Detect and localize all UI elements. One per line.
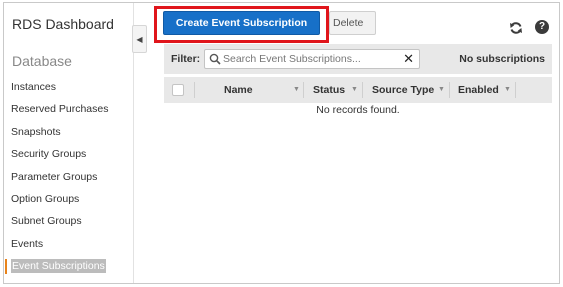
- chevron-left-icon: ◀: [136, 34, 143, 44]
- sidebar-item-label: Instances: [11, 81, 56, 93]
- search-box[interactable]: ✕: [204, 49, 420, 69]
- sidebar-item-events[interactable]: Events: [4, 233, 134, 255]
- sidebar-item-event-subscriptions[interactable]: Event Subscriptions: [4, 255, 134, 277]
- column-divider: [449, 82, 450, 98]
- sidebar-item-label: Events: [11, 237, 44, 250]
- sort-icon[interactable]: ▼: [351, 86, 358, 93]
- sidebar-item-label: Snapshots: [11, 125, 61, 138]
- highlight-box: [154, 6, 329, 43]
- column-divider: [515, 82, 516, 98]
- sidebar-item-label: Parameter Groups: [11, 170, 98, 183]
- column-header-name[interactable]: Name: [224, 84, 253, 96]
- sidebar-section-database: Database: [12, 53, 72, 69]
- delete-button[interactable]: Delete: [329, 11, 376, 35]
- sidebar-item-subnet-groups[interactable]: Subnet Groups: [4, 210, 134, 232]
- table-header: Name ▼ Status ▼ Source Type ▼ Enabled ▼: [164, 77, 552, 103]
- column-header-source-type[interactable]: Source Type: [372, 84, 434, 96]
- filter-bar: Filter: ✕ No subscriptions: [164, 44, 552, 74]
- sidebar-item-label: Reserved Purchases: [11, 103, 109, 116]
- select-all-checkbox[interactable]: [172, 84, 184, 96]
- main-content: Create Event Subscription Delete ? Filte…: [145, 3, 560, 283]
- subscription-count: No subscriptions: [459, 53, 545, 65]
- sidebar-item-parameter-groups[interactable]: Parameter Groups: [4, 166, 134, 188]
- sidebar-item-label: Option Groups: [11, 192, 80, 205]
- column-divider: [194, 82, 195, 98]
- sort-icon[interactable]: ▼: [293, 86, 300, 93]
- sidebar-item-label: Event Subscriptions: [11, 259, 106, 274]
- column-divider: [303, 82, 304, 98]
- column-divider: [362, 82, 363, 98]
- sidebar: RDS Dashboard Database Instances Reserve…: [4, 3, 134, 283]
- clear-icon[interactable]: ✕: [403, 52, 414, 66]
- column-header-status[interactable]: Status: [313, 84, 345, 96]
- sidebar-item-instances[interactable]: Instances: [4, 76, 134, 98]
- help-icon[interactable]: ?: [535, 20, 549, 34]
- sidebar-item-security-groups[interactable]: Security Groups: [4, 143, 134, 165]
- refresh-icon[interactable]: [509, 21, 523, 35]
- rds-console-frame: RDS Dashboard Database Instances Reserve…: [3, 2, 560, 284]
- sort-icon[interactable]: ▼: [504, 86, 511, 93]
- sidebar-nav: Instances Reserved Purchases Snapshots S…: [4, 76, 134, 278]
- sidebar-item-option-groups[interactable]: Option Groups: [4, 188, 134, 210]
- sidebar-item-label: Security Groups: [11, 148, 87, 161]
- filter-label: Filter:: [171, 53, 201, 65]
- sort-icon[interactable]: ▼: [438, 86, 445, 93]
- empty-state-message: No records found.: [316, 104, 400, 116]
- search-icon: [209, 53, 221, 65]
- sidebar-item-snapshots[interactable]: Snapshots: [4, 121, 134, 143]
- search-input[interactable]: [223, 51, 393, 67]
- sidebar-title[interactable]: RDS Dashboard: [12, 16, 114, 32]
- column-header-enabled[interactable]: Enabled: [458, 84, 499, 96]
- sidebar-item-label: Subnet Groups: [11, 215, 82, 228]
- sidebar-item-reserved-purchases[interactable]: Reserved Purchases: [4, 98, 134, 120]
